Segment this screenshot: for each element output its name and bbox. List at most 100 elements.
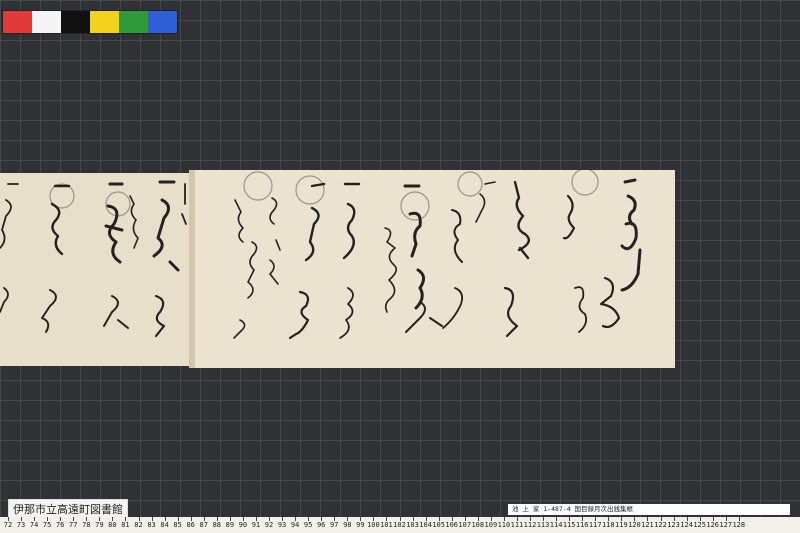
ruler-number: 92 — [264, 521, 274, 529]
catalog-code-label: 池 上 家 1-487-4 国目録月次出銭集帳 — [508, 504, 790, 515]
ruler-number: 75 — [42, 521, 52, 529]
brush-column — [129, 195, 139, 249]
document-scroll — [0, 170, 675, 370]
brush-column — [304, 182, 326, 262]
brush-column — [503, 286, 519, 338]
brush-column — [620, 178, 642, 292]
ruler-number: 110 — [497, 521, 511, 529]
library-label: 伊那市立高遠町図書館 — [8, 499, 128, 519]
ruler-number: 104 — [419, 521, 432, 529]
brush-column — [233, 241, 258, 339]
brush-column — [269, 197, 281, 285]
brush-column — [154, 294, 166, 338]
brush-column — [405, 301, 443, 333]
brush-column — [599, 276, 621, 329]
ruler-number: 126 — [706, 521, 720, 529]
brush-column — [50, 184, 71, 256]
ruler-number: 85 — [173, 521, 182, 529]
seal-stamp — [243, 171, 273, 201]
ruler-number: 84 — [160, 521, 169, 529]
ruler-number: 78 — [82, 521, 91, 529]
ruler-number: 95 — [303, 521, 313, 529]
brush-column — [342, 182, 361, 260]
ruler-number: 73 — [16, 521, 26, 529]
ruler-number: 122 — [654, 521, 667, 529]
ruler-number: 109 — [484, 521, 498, 529]
brush-column — [562, 194, 576, 240]
measuring-ruler: 72 73 74 75 76 77 78 79 80 81 82 83 84 85 86 87 88 89 90 91… — [0, 517, 800, 533]
ruler-number: 90 — [238, 521, 248, 529]
ruler-number: 105 — [432, 521, 445, 529]
brush-column — [41, 289, 57, 333]
ruler-number: 103 — [406, 521, 419, 529]
color-swatch — [148, 11, 177, 33]
brush-column — [181, 183, 187, 225]
color-calibration-chart — [2, 10, 178, 34]
ruler-number: 89 — [225, 521, 235, 529]
ruler-number: 120 — [628, 521, 641, 529]
ruler-number: 81 — [121, 521, 130, 529]
ruler-number: 121 — [641, 521, 654, 529]
brush-column — [513, 180, 531, 260]
ruler-number: 113 — [536, 521, 550, 529]
ruler-number: 101 — [380, 521, 393, 529]
ruler-number: 106 — [445, 521, 459, 529]
ruler-number: 98 — [343, 521, 352, 529]
ruler-number: 91 — [251, 521, 261, 529]
brush-column — [475, 181, 496, 223]
ruler-number: 79 — [95, 521, 104, 529]
ruler-number: 76 — [55, 521, 65, 529]
ruler-number: 112 — [523, 521, 537, 529]
brush-column — [234, 199, 244, 243]
ruler-number: 124 — [680, 521, 693, 529]
seal-stamp — [457, 171, 483, 197]
ruler-number: 125 — [693, 521, 706, 529]
brush-column — [384, 227, 397, 313]
ruler-number: 72 — [3, 521, 13, 529]
ruler-number: 86 — [186, 521, 195, 529]
brush-column — [152, 180, 180, 272]
ruler-number: 114 — [549, 521, 563, 529]
ruler-number: 100 — [367, 521, 380, 529]
brush-column — [574, 286, 588, 333]
ruler-number: 83 — [147, 521, 156, 529]
seal-stamp — [400, 191, 430, 221]
brush-column — [104, 182, 124, 264]
brush-column — [288, 290, 310, 340]
ruler-number: 102 — [393, 521, 406, 529]
brush-column — [451, 209, 463, 263]
ruler-number: 82 — [134, 521, 143, 529]
brush-column — [403, 184, 425, 310]
color-swatch — [90, 11, 119, 33]
ruler-number: 118 — [601, 521, 615, 529]
ruler-number: 99 — [356, 521, 365, 529]
ruler-number: 123 — [667, 521, 680, 529]
ruler-number: 115 — [562, 521, 576, 529]
brush-column — [339, 287, 354, 339]
brush-column — [103, 295, 129, 329]
ruler-number: 87 — [199, 521, 208, 529]
brush-column — [442, 287, 464, 329]
color-swatch — [119, 11, 148, 33]
ruler-number: 108 — [471, 521, 485, 529]
seal-stamp — [571, 170, 599, 196]
handwriting-strokes — [0, 170, 642, 340]
ruler-number: 116 — [575, 521, 589, 529]
ruler-number: 127 — [719, 521, 733, 529]
color-swatch — [61, 11, 90, 33]
color-swatch — [3, 11, 32, 33]
brush-column — [0, 183, 19, 313]
ruler-number: 80 — [108, 521, 117, 529]
ruler-number: 88 — [212, 521, 222, 529]
ruler-number: 111 — [510, 521, 524, 529]
ruler-number: 77 — [69, 521, 78, 529]
ruler-number: 119 — [615, 521, 628, 529]
seal-stamp — [295, 175, 325, 205]
ruler-number: 93 — [277, 521, 287, 529]
ruler-number: 107 — [458, 521, 472, 529]
ruler-number: 128 — [732, 521, 746, 529]
ruler-number: 94 — [290, 521, 300, 529]
ruler-number: 97 — [330, 521, 339, 529]
ruler-number: 74 — [29, 521, 39, 529]
ruler-number: 117 — [588, 521, 602, 529]
